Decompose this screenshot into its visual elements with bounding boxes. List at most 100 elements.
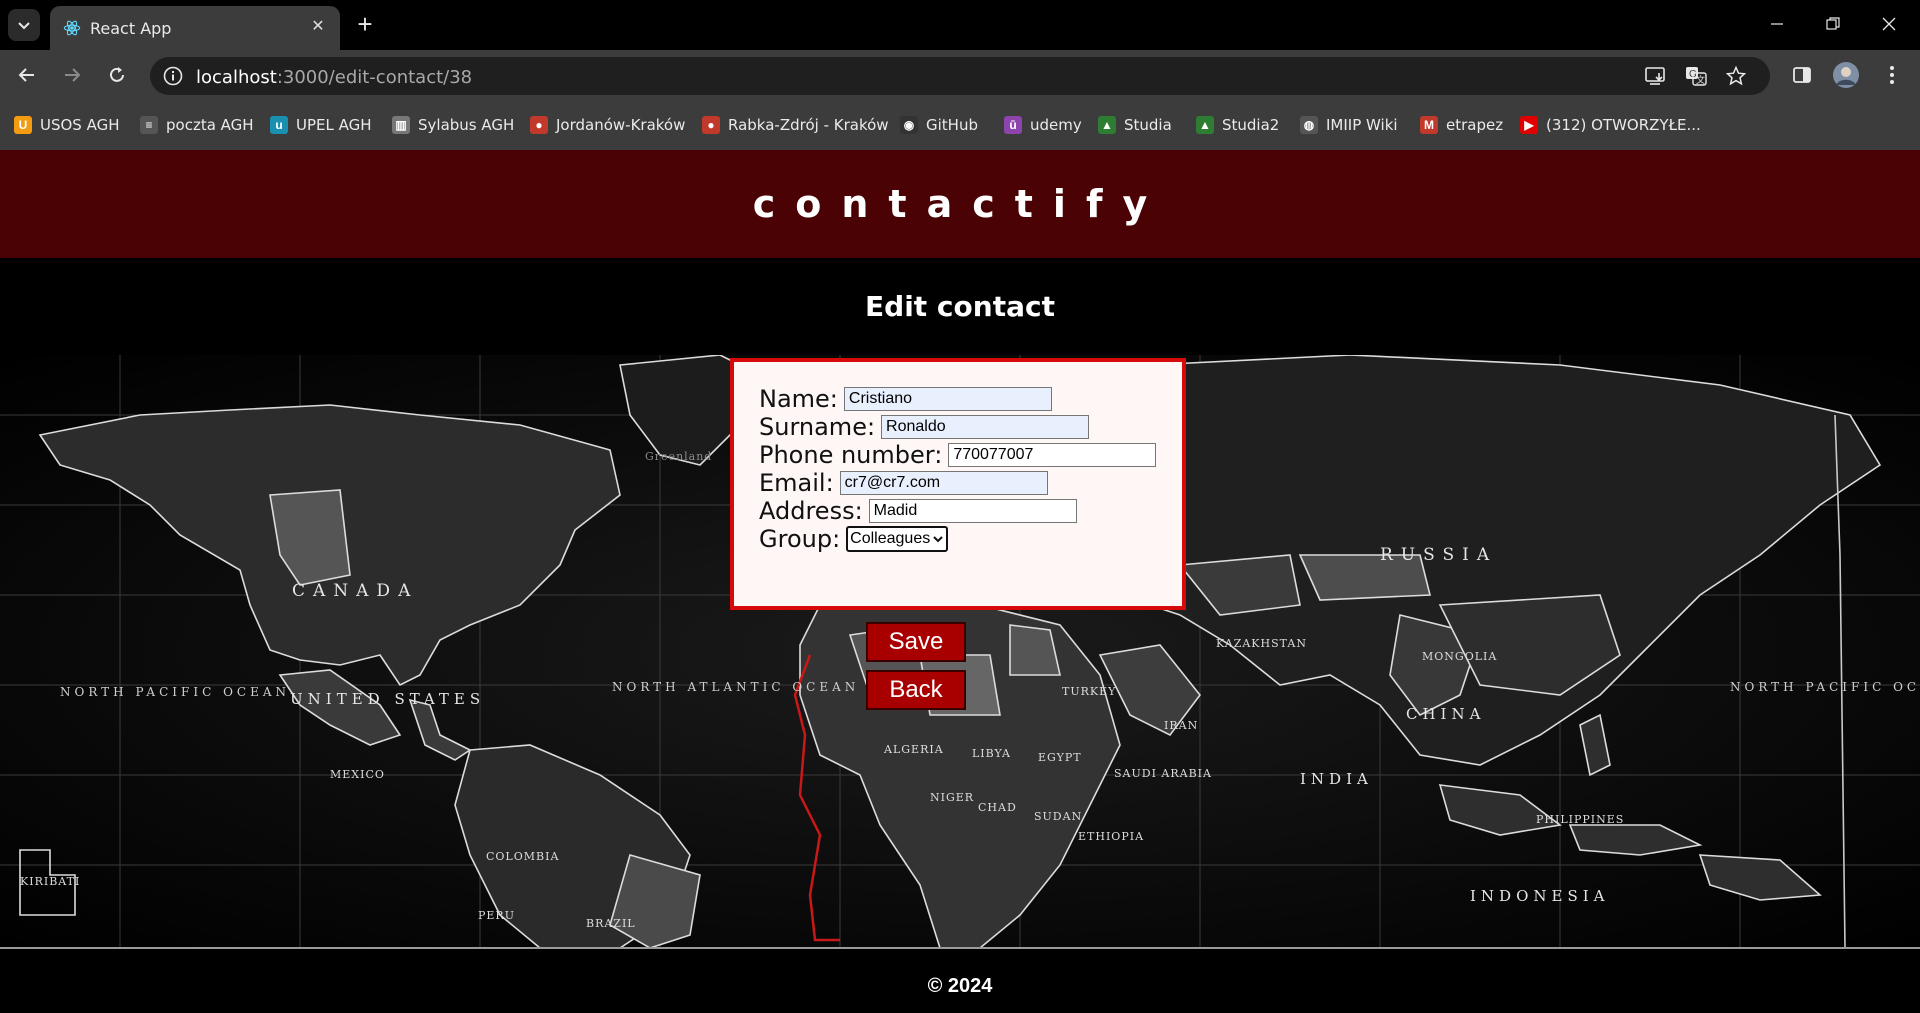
bookmark-label: udemy [1030, 116, 1082, 134]
map-label-iran: IRAN [1164, 719, 1199, 732]
forward-nav-button[interactable] [56, 59, 88, 91]
close-icon [1882, 17, 1896, 31]
map-label-sudan: SUDAN [1034, 810, 1083, 823]
footer-divider [0, 947, 1920, 949]
map-label-greenland: Greenland [645, 450, 713, 463]
bus-icon: ● [530, 116, 548, 134]
url-host: localhost [196, 67, 277, 88]
map-label-us: UNITED STATES [290, 690, 486, 708]
tab-search-button[interactable] [8, 9, 40, 41]
phone-input[interactable] [948, 443, 1157, 467]
sylabus-icon: ▥ [392, 116, 410, 134]
surname-input[interactable] [881, 415, 1090, 439]
chevron-down-icon [933, 536, 943, 543]
minimize-button[interactable] [1754, 8, 1800, 40]
bookmark-item[interactable]: U USOS AGH [14, 114, 120, 136]
bookmark-label: etrapez [1446, 116, 1504, 134]
tab-title: React App [90, 19, 172, 38]
map-label-algeria: ALGERIA [884, 743, 944, 756]
bookmark-label: Studia [1124, 116, 1172, 134]
map-label-north-pacific-east: NORTH PACIFIC OCEAN [1730, 680, 1920, 694]
bookmark-item[interactable]: ▲ Studia [1098, 114, 1172, 136]
map-label-north-pacific-west: NORTH PACIFIC OCEAN [60, 685, 291, 699]
map-label-china: CHINA [1406, 705, 1486, 723]
map-label-russia: RUSSIA [1380, 545, 1498, 565]
github-icon: ◉ [900, 116, 918, 134]
bookmark-item[interactable]: ≡ poczta AGH [140, 114, 254, 136]
edit-contact-form: Name: Surname: Phone number: Email: Addr… [730, 358, 1186, 610]
install-app-icon[interactable] [1644, 65, 1668, 87]
bookmark-label: Rabka-Zdrój - Kraków [728, 116, 889, 134]
bookmark-item[interactable]: ◍ IMIIP Wiki [1300, 114, 1398, 136]
new-tab-button[interactable]: + [352, 11, 378, 38]
mail-icon: ≡ [140, 116, 158, 134]
arrow-right-icon [65, 68, 81, 82]
address-bar[interactable]: localhost:3000/edit-contact/38 G文 [150, 57, 1770, 95]
bookmark-label: GitHub [926, 116, 978, 134]
youtube-icon: ▶ [1520, 116, 1538, 134]
drive-icon: ▲ [1196, 116, 1214, 134]
side-panel-icon [1793, 67, 1811, 83]
page-title: Edit contact [865, 290, 1055, 323]
bookmark-label: UPEL AGH [296, 116, 372, 134]
restore-icon [1826, 17, 1840, 30]
bookmark-item[interactable]: Metrapez [1420, 114, 1503, 136]
bookmark-label: USOS AGH [40, 116, 120, 134]
address-row: Address: [759, 496, 1077, 526]
bus-icon: ● [702, 116, 720, 134]
name-input[interactable] [843, 387, 1052, 411]
map-label-colombia: COLOMBIA [486, 850, 560, 863]
back-button[interactable]: Back [866, 670, 966, 710]
kebab-menu-icon [1890, 66, 1894, 84]
avatar-icon [1833, 62, 1859, 88]
group-select[interactable]: Colleagues [846, 526, 949, 552]
phone-label: Phone number: [759, 441, 943, 469]
map-label-philippines: PHILIPPINES [1536, 813, 1625, 826]
map-label-mongolia: MONGOLIA [1422, 650, 1498, 663]
arrow-left-icon [18, 68, 34, 82]
address-input[interactable] [868, 499, 1077, 523]
bookmark-item[interactable]: ▶ (312) OTWORZYŁE... [1520, 114, 1701, 136]
usos-icon: U [14, 116, 32, 134]
bookmark-item[interactable]: ū udemy [1004, 114, 1082, 136]
bookmark-item[interactable]: ◉ GitHub [900, 114, 978, 136]
map-label-ethiopia: ETHIOPIA [1078, 830, 1145, 843]
bookmark-item[interactable]: u UPEL AGH [270, 114, 372, 136]
bookmark-item[interactable]: ▲ Studia2 [1196, 114, 1279, 136]
group-label: Group: [759, 525, 841, 553]
email-input[interactable] [839, 471, 1048, 495]
bookmark-item[interactable]: ● Jordanów-Kraków [530, 114, 685, 136]
profile-avatar[interactable] [1830, 59, 1862, 91]
reload-button[interactable] [101, 59, 133, 91]
footer-copyright: © 2024 [927, 975, 993, 997]
map-label-north-atlantic: NORTH ATLANTIC OCEAN [612, 680, 860, 694]
translate-icon[interactable]: G文 [1684, 65, 1708, 87]
bookmark-label: Studia2 [1222, 116, 1280, 134]
side-panel-button[interactable] [1786, 59, 1818, 91]
bookmark-label: (312) OTWORZYŁE... [1546, 116, 1701, 134]
app-header: contactify [0, 150, 1920, 258]
bookmark-label: Sylabus AGH [418, 116, 515, 134]
tab-close-icon[interactable]: ✕ [308, 17, 328, 37]
upel-icon: u [270, 116, 288, 134]
bookmark-item[interactable]: ● Rabka-Zdrój - Kraków [702, 114, 889, 136]
map-label-brazil: BRAZIL [586, 917, 636, 930]
browser-menu-button[interactable] [1876, 59, 1908, 91]
map-label-india: INDIA [1300, 770, 1373, 788]
save-button[interactable]: Save [866, 622, 966, 662]
close-window-button[interactable] [1866, 8, 1912, 40]
name-row: Name: [759, 384, 1052, 414]
browser-tab-active[interactable]: React App ✕ [50, 6, 340, 50]
bookmark-item[interactable]: ▥ Sylabus AGH [392, 114, 514, 136]
email-row: Email: [759, 468, 1048, 498]
group-select-value: Colleagues [850, 530, 931, 547]
map-label-peru: PERU [478, 909, 515, 922]
site-info-icon[interactable] [162, 65, 184, 87]
restore-button[interactable] [1810, 8, 1856, 40]
map-label-mexico: MEXICO [330, 768, 385, 781]
chevron-down-icon [18, 22, 30, 30]
brand-logo[interactable]: contactify [0, 182, 1920, 226]
bookmarks-bar: U USOS AGH ≡ poczta AGH u UPEL AGH ▥ Sylabus AG… [0, 100, 1920, 150]
bookmark-star-icon[interactable] [1724, 65, 1748, 87]
back-nav-button[interactable] [11, 59, 43, 91]
